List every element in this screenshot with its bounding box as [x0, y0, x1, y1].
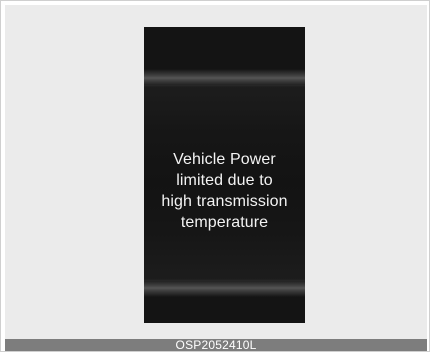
cluster-display: Vehicle Power limited due to high transm… [144, 27, 305, 323]
illustration-panel: Vehicle Power limited due to high transm… [5, 5, 427, 339]
display-top-highlight-band [144, 69, 305, 87]
figure-frame: Vehicle Power limited due to high transm… [0, 0, 430, 352]
warning-message: Vehicle Power limited due to high transm… [161, 151, 288, 231]
image-code-bar: OSP2052410L [5, 339, 427, 351]
display-bottom-highlight-band [144, 279, 305, 297]
